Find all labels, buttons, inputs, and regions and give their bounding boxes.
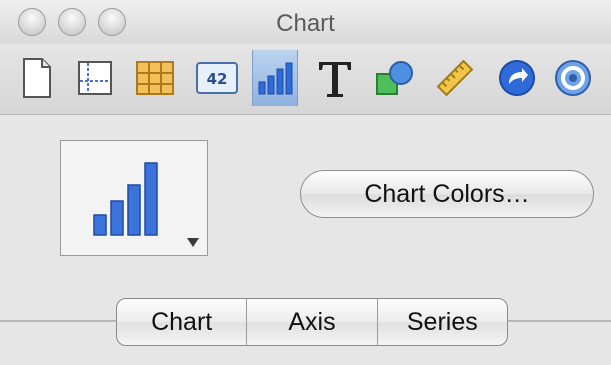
table-inspector-button[interactable] bbox=[132, 50, 178, 106]
cell-format-inspector-button[interactable]: 42 bbox=[194, 50, 240, 106]
hyperlink-inspector-button[interactable] bbox=[494, 50, 540, 106]
shape-icon bbox=[376, 61, 413, 95]
inspector-toolbar: 42 bbox=[0, 44, 611, 115]
tab-chart[interactable]: Chart bbox=[117, 299, 248, 345]
quicktime-inspector-button[interactable] bbox=[552, 50, 598, 106]
ruler-icon bbox=[436, 59, 474, 97]
table-icon bbox=[136, 61, 174, 95]
spiral-icon bbox=[555, 60, 591, 96]
bar-chart-icon bbox=[258, 62, 293, 95]
page-icon bbox=[23, 58, 51, 98]
tab-axis[interactable]: Axis bbox=[247, 299, 378, 345]
chart-type-picker[interactable] bbox=[60, 140, 208, 256]
window-title: Chart bbox=[276, 10, 335, 37]
text-icon bbox=[319, 62, 351, 97]
chart-inspector-button[interactable] bbox=[252, 50, 298, 106]
chart-tabs: Chart Axis Series bbox=[116, 298, 508, 346]
graphic-inspector-button[interactable] bbox=[372, 50, 418, 106]
number-format-label: 42 bbox=[207, 70, 228, 88]
link-arrow-icon bbox=[499, 60, 535, 96]
title-bar: Chart bbox=[0, 0, 611, 45]
metrics-inspector-button[interactable] bbox=[432, 50, 478, 106]
document-inspector-button[interactable] bbox=[14, 50, 60, 106]
tab-series[interactable]: Series bbox=[378, 299, 507, 345]
number-format-icon: 42 bbox=[196, 62, 238, 94]
layout-inspector-button[interactable] bbox=[72, 50, 118, 106]
text-inspector-button[interactable] bbox=[312, 50, 358, 106]
dropdown-arrow-icon bbox=[187, 238, 199, 247]
layout-icon bbox=[78, 61, 112, 95]
chart-colors-button[interactable]: Chart Colors… bbox=[300, 170, 594, 218]
